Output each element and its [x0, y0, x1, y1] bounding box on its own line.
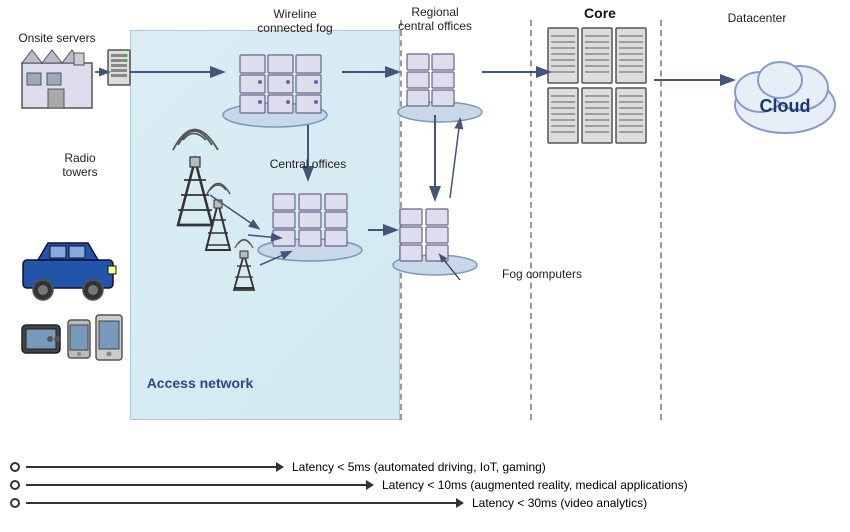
svg-text:towers: towers	[62, 165, 97, 179]
latency-row-2: Latency < 10ms (augmented reality, medic…	[10, 478, 840, 492]
diagram-container: Cloud	[0, 0, 850, 532]
svg-text:Fog computers: Fog computers	[502, 267, 582, 281]
latency-line-3	[26, 502, 456, 504]
latency-arrow-2	[366, 480, 374, 490]
main-svg: Cloud	[0, 0, 850, 532]
latency-circle-3	[10, 498, 20, 508]
svg-text:central offices: central offices	[398, 19, 472, 33]
latency-circle-2	[10, 480, 20, 490]
latency-text-3: Latency < 30ms (video analytics)	[472, 496, 647, 510]
latency-text-2: Latency < 10ms (augmented reality, medic…	[382, 478, 688, 492]
vdash-3	[660, 20, 662, 420]
svg-text:Core: Core	[584, 5, 616, 21]
svg-text:Onsite servers: Onsite servers	[18, 31, 95, 45]
svg-text:Cloud: Cloud	[760, 96, 811, 116]
svg-text:Radio: Radio	[64, 151, 96, 165]
latency-arrow-3	[456, 498, 464, 508]
svg-text:Datacenter: Datacenter	[728, 11, 787, 25]
latency-row-3: Latency < 30ms (video analytics)	[10, 496, 840, 510]
vdash-2	[530, 20, 532, 420]
latency-arrow-1	[276, 462, 284, 472]
access-network-region	[130, 30, 400, 420]
latency-line-2	[26, 484, 366, 486]
svg-text:Wireline: Wireline	[273, 7, 317, 21]
latency-line-1	[26, 466, 276, 468]
latency-text-1: Latency < 5ms (automated driving, IoT, g…	[292, 460, 546, 474]
vdash-1	[400, 20, 402, 420]
latency-circle-1	[10, 462, 20, 472]
svg-text:Regional: Regional	[411, 5, 458, 19]
latency-row-1: Latency < 5ms (automated driving, IoT, g…	[10, 460, 840, 474]
latency-section: Latency < 5ms (automated driving, IoT, g…	[10, 460, 840, 514]
